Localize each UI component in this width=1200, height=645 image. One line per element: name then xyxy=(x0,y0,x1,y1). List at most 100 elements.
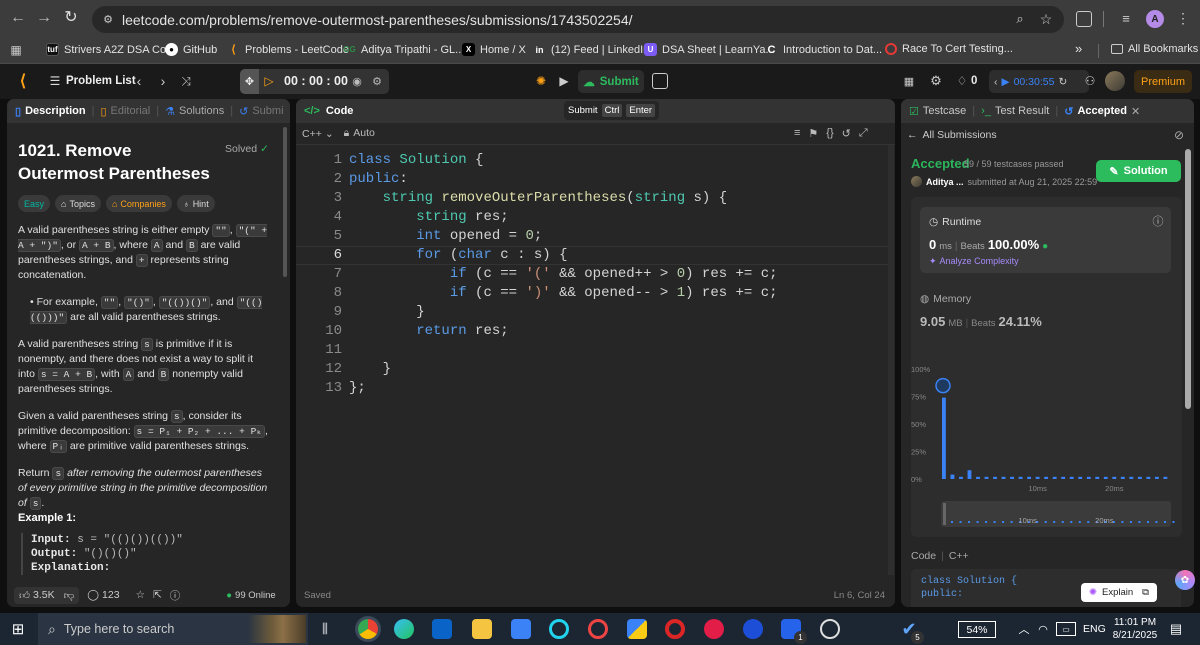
python-icon[interactable] xyxy=(627,619,647,639)
reload-icon[interactable]: ↻ xyxy=(63,9,79,26)
solution-button[interactable]: ✎ Solution xyxy=(1096,160,1181,182)
format-icon[interactable]: ≡ xyxy=(794,127,800,140)
chrome-icon[interactable] xyxy=(358,619,378,639)
run-icon[interactable]: ▶ xyxy=(556,73,572,89)
next-problem-icon[interactable]: › xyxy=(157,73,169,89)
tab-accepted[interactable]: ↺ Accepted ✕ xyxy=(1064,105,1140,118)
timer-play-icon[interactable]: ▷ xyxy=(262,74,276,88)
editor-scrollbar[interactable] xyxy=(888,145,894,575)
debug-icon[interactable]: ✺ xyxy=(533,73,549,89)
comments-button[interactable]: ◯ 123 xyxy=(87,589,119,601)
help-icon[interactable]: ⓘ xyxy=(170,588,181,603)
description-scrollbar[interactable] xyxy=(283,127,287,277)
leetcode-logo[interactable]: ⟨ xyxy=(15,73,31,90)
battery-indicator[interactable]: 54% xyxy=(958,621,996,638)
media-icon[interactable]: ≡ xyxy=(1118,10,1134,26)
drag-handle-icon[interactable]: ✥ xyxy=(240,69,259,94)
prev-problem-icon[interactable]: ‹ xyxy=(133,73,145,89)
braces-icon[interactable]: {} xyxy=(826,127,833,140)
like-button[interactable]: 👍︎ 3.5K 👎︎ xyxy=(14,586,80,604)
shuffle-icon[interactable]: ⤨ xyxy=(178,73,194,89)
extensions-icon[interactable] xyxy=(1076,11,1092,27)
copy-icon[interactable]: ⧉ xyxy=(1142,587,1149,598)
link-icon[interactable]: ⊘ xyxy=(1172,128,1186,142)
store-icon[interactable] xyxy=(511,619,531,639)
info-icon[interactable]: ⓘ xyxy=(1152,215,1164,228)
bookmark-star-icon[interactable]: ☆ xyxy=(1038,11,1054,27)
app-circle-icon[interactable] xyxy=(549,619,569,639)
result-scrollbar[interactable] xyxy=(1185,149,1191,409)
submitter-name[interactable]: Aditya ... xyxy=(926,177,964,187)
tab-testcase[interactable]: ☑ Testcase xyxy=(909,105,966,118)
apps-grid-icon[interactable]: ▦ xyxy=(9,43,23,57)
difficulty-badge[interactable]: Easy xyxy=(18,195,51,212)
bookmark-linkedin[interactable]: in (12) Feed | LinkedIn xyxy=(533,43,650,56)
analyze-complexity-link[interactable]: ✦ Analyze Complexity xyxy=(929,256,1019,267)
share-icon[interactable]: ⇱ xyxy=(153,589,162,601)
language-select[interactable]: C++ ⌄ xyxy=(302,128,334,140)
zoom-icon[interactable]: ⌕ xyxy=(1012,11,1028,27)
star-icon[interactable]: ☆ xyxy=(136,589,145,601)
bookmark-github[interactable]: ● GitHub xyxy=(165,43,217,56)
premium-button[interactable]: Premium xyxy=(1134,70,1192,93)
expand-icon[interactable]: ⤢ xyxy=(859,127,868,140)
runtime-box[interactable]: ◷ Runtime ⓘ 0 ms | Beats 100.00% ● ✦ Analy… xyxy=(920,207,1171,273)
codechef-taskbar-icon[interactable] xyxy=(743,619,763,639)
windows-start-icon[interactable]: ⊞ xyxy=(10,621,26,638)
input-language[interactable]: ENG xyxy=(1083,623,1106,635)
profile-avatar[interactable]: A xyxy=(1146,10,1164,28)
thumbs-down-icon[interactable]: 👎︎ xyxy=(64,589,75,602)
bookmark-x[interactable]: X Home / X xyxy=(462,43,526,56)
session-timer[interactable]: ‹ ▶ 00:30:55 ↻ xyxy=(989,70,1089,93)
submit-button[interactable]: ☁ Submit xyxy=(578,70,644,93)
notes-icon[interactable] xyxy=(652,73,668,89)
bookmark-leetcode[interactable]: ⟨ Problems - LeetCode xyxy=(227,43,349,57)
bookmark-codechef[interactable]: C Introduction to Dat... xyxy=(765,43,883,56)
tab-solutions[interactable]: ⚗ Solutions xyxy=(165,105,224,118)
memory-box[interactable]: ◍ Memory 9.05 MB | Beats 24.11% xyxy=(920,285,1171,335)
problem-list-link[interactable]: Problem List xyxy=(66,75,136,87)
file-explorer-icon[interactable] xyxy=(472,619,492,639)
outlook-icon[interactable] xyxy=(432,619,452,639)
reset-icon[interactable]: ↻ xyxy=(1058,76,1067,88)
explain-button[interactable]: ✺ Explain ⧉ xyxy=(1081,583,1157,602)
clock[interactable]: 11:01 PM 8/21/2025 xyxy=(1110,616,1160,642)
pinterest-icon[interactable] xyxy=(704,619,724,639)
all-submissions-link[interactable]: ← All Submissions xyxy=(907,129,997,141)
opera-icon[interactable] xyxy=(588,619,608,639)
eye-icon[interactable]: ◉ xyxy=(350,74,364,88)
notifications-icon[interactable]: ▤ xyxy=(1168,621,1184,637)
settings-icon[interactable]: ⚙ xyxy=(928,73,944,89)
tab-description[interactable]: ▯ Description xyxy=(15,105,86,118)
all-bookmarks[interactable]: All Bookmarks xyxy=(1111,43,1198,55)
more-bookmarks[interactable]: » xyxy=(1075,41,1082,56)
keyboard-icon[interactable]: ▭ xyxy=(1056,622,1076,636)
wifi-icon[interactable]: ◠ xyxy=(1036,622,1050,636)
autocomplete-mode[interactable]: 🔒︎ Auto xyxy=(344,127,375,140)
bookmark-gfg[interactable]: GG Aditya Tripathi - GL... xyxy=(343,43,464,56)
tab-editorial[interactable]: ▯ Editorial xyxy=(100,105,150,118)
tab-submissions[interactable]: ↺ Submi xyxy=(239,105,283,118)
edge-icon[interactable] xyxy=(394,619,414,639)
task-view-icon[interactable]: ⫼ xyxy=(316,620,334,638)
tray-chevron-icon[interactable]: ︿ xyxy=(1018,622,1030,636)
add-friend-icon[interactable]: ⚇ xyxy=(1082,73,1098,89)
companies-tag[interactable]: ⌂ Companies xyxy=(105,195,172,212)
user-avatar[interactable] xyxy=(1105,71,1125,91)
hint-tag[interactable]: ♁ Hint xyxy=(176,195,215,212)
leetcode-assistant-icon[interactable]: ✿ xyxy=(1175,570,1195,590)
undo-icon[interactable]: ↺ xyxy=(842,127,851,140)
close-icon[interactable]: ✕ xyxy=(1131,105,1140,118)
bookmark-strivers[interactable]: tuf Strivers A2Z DSA Co... xyxy=(46,43,175,56)
topics-tag[interactable]: ⌂ Topics xyxy=(55,195,101,212)
back-icon[interactable]: ← xyxy=(10,9,26,26)
chatgpt-icon[interactable] xyxy=(820,619,840,639)
site-info-icon[interactable]: ⚙ xyxy=(101,12,115,26)
opera-red-icon[interactable] xyxy=(665,619,685,639)
bookmark-race[interactable]: Race To Cert Testing... xyxy=(885,43,1013,55)
address-bar[interactable]: ⚙ leetcode.com/problems/remove-outermost… xyxy=(92,6,1064,33)
tab-test-result[interactable]: ›_ Test Result xyxy=(981,105,1049,117)
bookmark-icon[interactable]: ⚑ xyxy=(808,127,818,140)
menu-icon[interactable]: ⋮ xyxy=(1176,10,1190,26)
forward-icon[interactable]: → xyxy=(36,9,52,26)
